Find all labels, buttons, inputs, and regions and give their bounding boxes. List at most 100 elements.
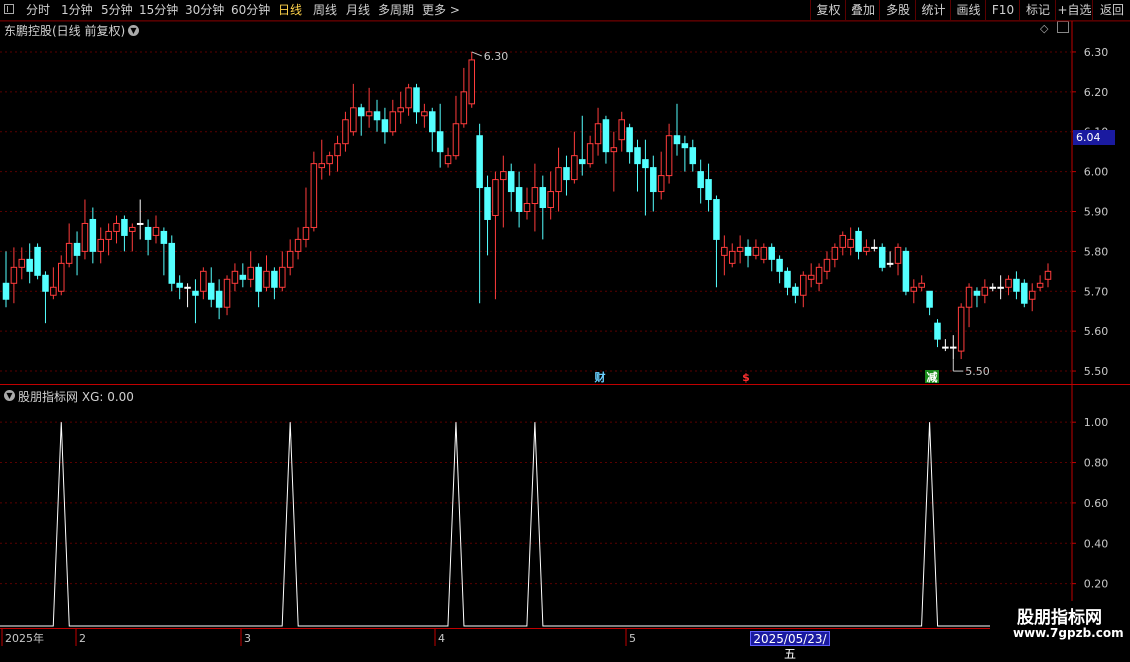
candle-body bbox=[973, 290, 981, 296]
watermark-name: 股朋指标网 bbox=[1017, 608, 1102, 628]
candle-body bbox=[389, 111, 397, 133]
candle-body bbox=[176, 282, 183, 288]
candle-body bbox=[957, 306, 965, 352]
current-price-tag: 6.04 bbox=[1073, 130, 1115, 145]
candle-body bbox=[302, 226, 310, 240]
candle-body bbox=[113, 222, 120, 232]
candle-body bbox=[657, 175, 665, 193]
xg-indicator-line bbox=[0, 422, 1072, 627]
candle-body bbox=[886, 262, 894, 265]
candle-body bbox=[192, 290, 199, 296]
candle-body bbox=[563, 167, 570, 181]
candle-body bbox=[10, 266, 18, 284]
kline-chart[interactable]: 6.306.206.106.005.905.805.705.605.501.00… bbox=[0, 0, 1130, 650]
candle-body bbox=[326, 155, 333, 165]
candle-body bbox=[350, 107, 357, 133]
price-tick-label: 6.30 bbox=[1084, 46, 1109, 59]
candle-body bbox=[239, 274, 247, 280]
candle-body bbox=[500, 171, 507, 181]
candle-body bbox=[405, 87, 412, 109]
price-tick-label: 6.20 bbox=[1084, 86, 1109, 99]
candle-body bbox=[728, 250, 736, 264]
candle-body bbox=[610, 147, 618, 153]
candle-body bbox=[492, 179, 499, 216]
candle-body bbox=[942, 346, 949, 349]
candle-body bbox=[823, 258, 831, 272]
candle-body bbox=[784, 270, 791, 288]
candle-body bbox=[160, 230, 168, 244]
candle-body bbox=[792, 286, 799, 296]
candle-body bbox=[50, 286, 57, 296]
candle-body bbox=[618, 119, 625, 141]
candle-body bbox=[73, 242, 81, 256]
candle-body bbox=[1028, 290, 1036, 300]
candle-body bbox=[507, 171, 515, 193]
candle-body bbox=[713, 199, 720, 240]
candle-body bbox=[871, 246, 878, 249]
indicator-tick-label: 0.20 bbox=[1084, 578, 1109, 591]
candle-body bbox=[1044, 270, 1052, 280]
candle-body bbox=[697, 171, 704, 189]
candle-body bbox=[184, 286, 191, 289]
candle-body bbox=[555, 167, 562, 193]
candle-body bbox=[357, 107, 365, 117]
candle-body bbox=[255, 266, 262, 292]
high-price-label: 6.30 bbox=[484, 50, 509, 63]
candle-body bbox=[1013, 278, 1020, 292]
price-tick-label: 5.50 bbox=[1084, 365, 1109, 378]
candle-body bbox=[89, 218, 97, 252]
candle-body bbox=[807, 274, 815, 280]
low-price-label: 5.50 bbox=[965, 365, 990, 378]
candle-body bbox=[413, 87, 420, 113]
candle-body bbox=[144, 226, 152, 240]
candle-body bbox=[247, 266, 254, 280]
candle-body bbox=[318, 163, 326, 169]
candle-body bbox=[736, 246, 744, 252]
price-tick-label: 6.00 bbox=[1084, 166, 1109, 179]
candle-body bbox=[744, 246, 752, 256]
candle-body bbox=[152, 226, 160, 236]
candle-body bbox=[839, 234, 847, 248]
candle-body bbox=[539, 187, 547, 209]
candle-body bbox=[81, 222, 89, 252]
time-label-3: 4 bbox=[438, 632, 445, 645]
candle-body bbox=[429, 111, 436, 133]
candle-body bbox=[665, 135, 673, 177]
candle-body bbox=[42, 274, 49, 292]
candle-body bbox=[460, 91, 468, 125]
watermark-url: www.7gpzb.com bbox=[1013, 626, 1124, 640]
candle-body bbox=[286, 250, 294, 268]
indicator-tick-label: 0.40 bbox=[1084, 537, 1109, 550]
candle-body bbox=[642, 159, 649, 169]
candle-body bbox=[310, 163, 318, 228]
candle-body bbox=[910, 286, 918, 292]
candle-body bbox=[515, 187, 523, 212]
candle-body bbox=[689, 147, 697, 165]
candle-body bbox=[752, 246, 760, 256]
candle-body bbox=[373, 111, 381, 121]
candle-body bbox=[200, 270, 207, 292]
time-label-4: 5 bbox=[629, 632, 636, 645]
time-label-2: 3 bbox=[244, 632, 251, 645]
indicator-tick-label: 0.60 bbox=[1084, 497, 1109, 510]
candle-body bbox=[1005, 278, 1012, 288]
candle-body bbox=[168, 242, 176, 284]
candle-body bbox=[1036, 282, 1044, 288]
candle-body bbox=[705, 179, 712, 201]
candle-body bbox=[800, 274, 807, 296]
candle-body bbox=[263, 270, 270, 288]
candle-body bbox=[902, 250, 910, 292]
candle-body bbox=[484, 187, 491, 220]
candle-body bbox=[578, 159, 586, 165]
candle-body bbox=[18, 258, 26, 268]
candle-body bbox=[815, 266, 823, 284]
candle-body bbox=[279, 266, 286, 288]
candle-body bbox=[26, 258, 33, 272]
candle-body bbox=[863, 246, 870, 252]
candle-body bbox=[271, 270, 278, 288]
candle-body bbox=[444, 155, 452, 165]
candle-body bbox=[965, 286, 973, 308]
candle-body bbox=[650, 167, 657, 193]
candle-body bbox=[571, 155, 578, 181]
cursor-date-label: 2025/05/23/五 bbox=[750, 631, 830, 661]
